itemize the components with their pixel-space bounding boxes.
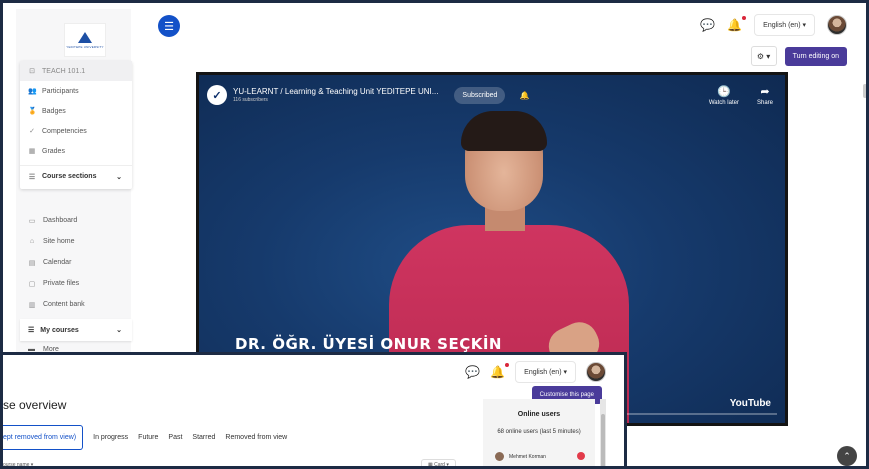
back-to-top-button[interactable]: ⌃ bbox=[837, 446, 857, 466]
speaker-hair bbox=[461, 111, 547, 151]
notification-dot bbox=[742, 16, 747, 20]
university-logo[interactable]: YEDITEPE UNIVERSITY bbox=[64, 23, 106, 57]
chevron-up-icon: ⌃ bbox=[843, 450, 851, 461]
page-title: se overview bbox=[3, 398, 67, 412]
participants-icon: 👥 bbox=[28, 88, 37, 95]
avatar bbox=[495, 452, 504, 461]
share-button[interactable]: ➦ Share bbox=[757, 85, 773, 106]
course-settings-button[interactable]: ⚙ ▾ bbox=[750, 46, 777, 66]
site-navigation: ▭ Dashboard ⌂ Site home ▤ Calendar ▢ Private… bbox=[20, 210, 132, 315]
course-menu: ⊡ TEACH 101.1 👥 Participants 🏅 Badges ✓ Comp… bbox=[20, 61, 132, 189]
messages-icon[interactable]: 💬 bbox=[465, 365, 480, 379]
home-icon: ⌂ bbox=[29, 238, 35, 245]
nav-item-content-bank[interactable]: ▥ Content bank bbox=[20, 294, 132, 315]
logo-text: YEDITEPE UNIVERSITY bbox=[66, 44, 104, 49]
chevron-down-icon: ⌄ bbox=[116, 173, 122, 181]
page-scrollbar[interactable] bbox=[863, 84, 866, 98]
tab-all-except-removed[interactable]: ept removed from view) bbox=[3, 425, 84, 450]
message-user-icon[interactable] bbox=[577, 452, 585, 460]
grades-icon: ▦ bbox=[28, 148, 36, 155]
clock-icon: 🕒 bbox=[717, 86, 731, 98]
edit-controls: ⚙ ▾ Turn editing on bbox=[750, 46, 847, 66]
files-icon: ▢ bbox=[28, 280, 36, 288]
video-actions: 🕒 Watch later ➦ Share bbox=[709, 85, 773, 106]
menu-item-course[interactable]: ⊡ TEACH 101.1 bbox=[20, 61, 132, 81]
menu-item-participants[interactable]: 👥 Participants bbox=[20, 81, 132, 101]
sort-by-select[interactable]: ourse name ▾ bbox=[3, 462, 33, 466]
watch-later-button[interactable]: 🕒 Watch later bbox=[709, 85, 739, 106]
notifications-icon[interactable]: 🔔 bbox=[490, 363, 510, 379]
tab-in-progress[interactable]: In progress bbox=[93, 434, 128, 441]
online-user-item[interactable]: Mehmet Korman bbox=[495, 452, 546, 461]
user-avatar[interactable] bbox=[586, 362, 606, 382]
screenshot-frame: ☰ 💬 🔔 English (en) ▾ YEDITEPE UNIVERSITY… bbox=[0, 0, 869, 469]
top-bar-actions: 💬 🔔 English (en) ▾ bbox=[700, 14, 847, 36]
front-browser-window: 💬 🔔 English (en) ▾ se overview Customise… bbox=[3, 352, 627, 468]
scrollbar-thumb[interactable] bbox=[601, 414, 605, 466]
subscriber-count: 116 subscribers bbox=[233, 96, 268, 103]
logo-mark-icon bbox=[78, 31, 92, 43]
tab-future[interactable]: Future bbox=[138, 434, 158, 441]
nav-item-private-files[interactable]: ▢ Private files bbox=[20, 273, 132, 294]
video-channel-title[interactable]: YU-LEARNT / Learning & Teaching Unit YED… bbox=[233, 87, 438, 97]
notification-dot bbox=[505, 363, 510, 367]
tab-past[interactable]: Past bbox=[168, 434, 182, 441]
online-users-count: 68 online users (last 5 minutes) bbox=[497, 429, 581, 435]
badges-icon: 🏅 bbox=[28, 108, 37, 115]
content-bank-icon: ▥ bbox=[28, 301, 36, 309]
view-mode-select[interactable]: ▦ Card ▾ bbox=[421, 459, 456, 468]
my-courses-icon: ☰ bbox=[28, 327, 35, 334]
menu-item-course-sections[interactable]: ☰ Course sections ⌄ bbox=[20, 165, 132, 187]
drawer-toggle-button[interactable]: ☰ bbox=[158, 15, 180, 37]
nav-item-calendar[interactable]: ▤ Calendar bbox=[20, 252, 132, 273]
user-avatar[interactable] bbox=[827, 15, 847, 35]
online-users-title: Online users bbox=[517, 411, 561, 418]
language-selector[interactable]: English (en) ▾ bbox=[754, 14, 815, 36]
course-icon: ⊡ bbox=[29, 68, 35, 75]
calendar-icon: ▤ bbox=[28, 259, 36, 267]
course-filter-tabs: ept removed from view) In progress Futur… bbox=[3, 425, 287, 450]
grid-icon: ▦ bbox=[428, 462, 433, 468]
front-top-bar-actions: 💬 🔔 English (en) ▾ bbox=[465, 361, 606, 383]
video-caption: DR. ÖĞR. ÜYESİ ONUR SEÇKİN bbox=[235, 335, 502, 353]
gear-icon: ⚙ bbox=[756, 51, 765, 61]
notifications-icon[interactable]: 🔔 bbox=[727, 16, 747, 32]
nav-item-site-home[interactable]: ⌂ Site home bbox=[20, 231, 132, 252]
online-users-scrollbar[interactable] bbox=[600, 399, 606, 466]
check-icon: ✓ bbox=[29, 128, 35, 135]
turn-editing-on-button[interactable]: Turn editing on bbox=[784, 46, 847, 66]
menu-item-badges[interactable]: 🏅 Badges bbox=[20, 101, 132, 121]
channel-logo-icon[interactable]: ✓ bbox=[207, 85, 227, 105]
youtube-logo[interactable]: YouTube bbox=[730, 398, 771, 409]
dashboard-icon: ▭ bbox=[28, 217, 36, 225]
nav-item-dashboard[interactable]: ▭ Dashboard bbox=[20, 210, 132, 231]
subscribed-button[interactable]: Subscribed bbox=[454, 86, 506, 104]
language-selector[interactable]: English (en) ▾ bbox=[515, 361, 576, 383]
menu-item-grades[interactable]: ▦ Grades bbox=[20, 141, 132, 161]
tab-starred[interactable]: Starred bbox=[192, 434, 215, 441]
share-icon: ➦ bbox=[760, 86, 770, 98]
nav-item-my-courses[interactable]: ☰ My courses ⌄ bbox=[20, 319, 132, 341]
video-channel-header: ✓ YU-LEARNT / Learning & Teaching Unit Y… bbox=[207, 85, 529, 105]
tab-removed-from-view[interactable]: Removed from view bbox=[225, 434, 287, 441]
online-users-block: Online users 68 online users (last 5 min… bbox=[483, 399, 595, 466]
chevron-down-icon: ⌄ bbox=[116, 327, 122, 334]
messages-icon[interactable]: 💬 bbox=[700, 18, 715, 32]
bell-icon[interactable]: 🔔 bbox=[519, 91, 529, 100]
menu-item-competencies[interactable]: ✓ Competencies bbox=[20, 121, 132, 141]
sections-icon: ☰ bbox=[28, 173, 36, 181]
